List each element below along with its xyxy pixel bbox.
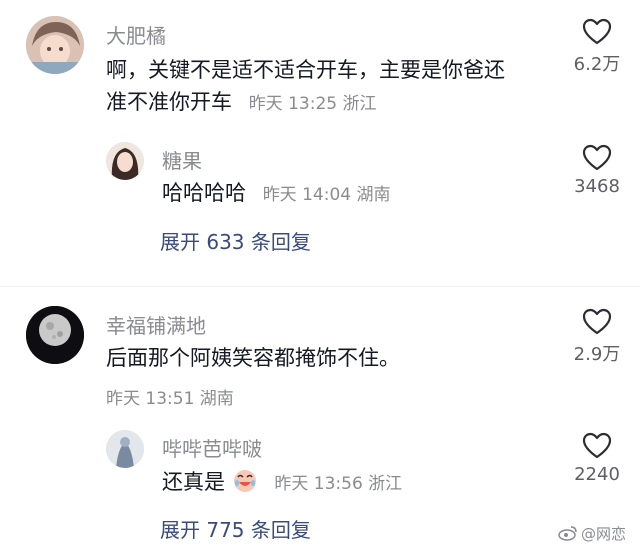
like-count: 3468: [574, 176, 620, 197]
comment-meta: 昨天 14:04 湖南: [262, 185, 391, 205]
like-count: 2.9万: [573, 344, 621, 365]
expand-replies-link[interactable]: 展开 775 条回复: [160, 514, 311, 543]
girl-photo-avatar-icon: [106, 142, 144, 180]
comment-text-line: 哈哈哈哈: [162, 181, 246, 205]
watermark-text: @网恋: [580, 525, 626, 543]
comment-text: 还真是 昨天 13:56 浙江: [162, 466, 542, 500]
moon-avatar-icon: [26, 306, 84, 364]
watermark: @网恋: [558, 523, 626, 544]
like-button[interactable]: 2240: [557, 432, 637, 485]
comment-username[interactable]: 糖果: [162, 145, 202, 174]
like-button[interactable]: 3468: [557, 144, 637, 197]
avatar[interactable]: [26, 16, 84, 74]
comment-text: 后面那个阿姨笑容都掩饰不住。: [106, 342, 546, 374]
laughing-cry-emoji-icon: [233, 470, 256, 492]
comment-meta: 昨天 13:25 浙江: [248, 94, 377, 114]
heart-icon: [582, 144, 612, 171]
avatar[interactable]: [106, 430, 144, 468]
like-count: 2240: [574, 464, 620, 485]
comment-text-line: 啊，关键不是适不适合开车，主要是你爸还: [106, 58, 505, 82]
figure-avatar-icon: [106, 430, 144, 468]
like-button[interactable]: 6.2万: [557, 18, 637, 76]
comment-text-line: 还真是: [162, 470, 225, 494]
avatar[interactable]: [106, 142, 144, 180]
heart-icon: [582, 308, 612, 335]
comment-username[interactable]: 幸福铺满地: [106, 310, 206, 339]
comment-meta: 昨天 13:56 浙江: [274, 474, 403, 494]
expand-replies-link[interactable]: 展开 633 条回复: [160, 226, 311, 255]
avatar[interactable]: [26, 306, 84, 364]
anime-girl-avatar-icon: [26, 16, 84, 74]
divider: [0, 286, 640, 287]
comment-text-line: 后面那个阿姨笑容都掩饰不住。: [106, 346, 400, 370]
comment-meta: 昨天 13:51 湖南: [106, 389, 234, 409]
heart-icon: [582, 432, 612, 459]
heart-icon: [582, 18, 612, 45]
like-count: 6.2万: [573, 54, 621, 75]
comment-username[interactable]: 哔哔芭哔啵: [162, 433, 262, 462]
comment-text: 哈哈哈哈 昨天 14:04 湖南: [162, 177, 542, 211]
like-button[interactable]: 2.9万: [557, 308, 637, 366]
comment-username[interactable]: 大肥橘: [106, 20, 166, 49]
weibo-logo-icon: [558, 526, 577, 541]
comment-text: 啊，关键不是适不适合开车，主要是你爸还 准不准你开车 昨天 13:25 浙江: [106, 54, 576, 120]
comment-text-line: 准不准你开车: [106, 90, 232, 114]
